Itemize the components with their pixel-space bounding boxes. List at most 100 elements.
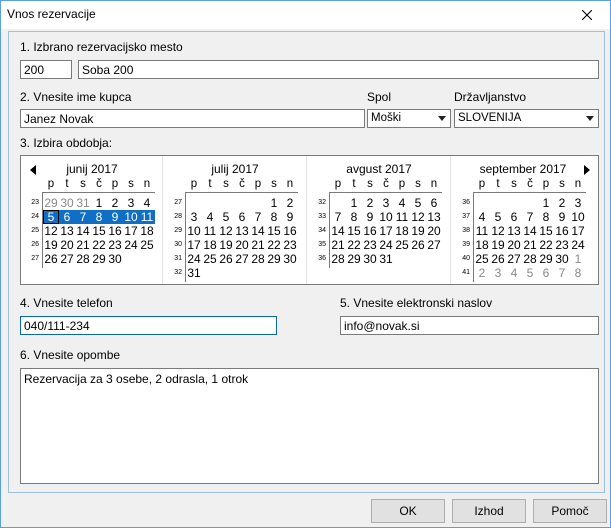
calendar-day[interactable]: 18 xyxy=(474,238,490,252)
calendar-day[interactable]: 31 xyxy=(186,266,202,280)
calendar-day[interactable]: 7 xyxy=(554,266,570,280)
calendar-day[interactable]: 16 xyxy=(282,224,298,238)
calendar-day[interactable]: 24 xyxy=(570,238,586,252)
calendar-day[interactable]: 23 xyxy=(107,238,123,252)
calendar-day[interactable]: 21 xyxy=(250,238,266,252)
calendar-day[interactable]: 29 xyxy=(346,252,362,266)
calendar-day[interactable]: 8 xyxy=(538,210,554,224)
calendar-day[interactable]: 14 xyxy=(75,224,91,238)
notes-field[interactable]: Rezervacija za 3 osebe, 2 odrasla, 1 otr… xyxy=(20,368,599,484)
calendar-day[interactable]: 5 xyxy=(490,210,506,224)
calendar-day[interactable]: 31 xyxy=(75,196,91,210)
citizenship-select[interactable]: SLOVENIJA xyxy=(454,109,599,128)
calendar-day[interactable]: 22 xyxy=(266,238,282,252)
calendar-day[interactable]: 18 xyxy=(394,224,410,238)
calendar-day[interactable]: 1 xyxy=(538,196,554,210)
calendar-day-selected[interactable]: 5 xyxy=(43,210,59,224)
calendar-day[interactable]: 7 xyxy=(250,210,266,224)
calendar-day[interactable]: 30 xyxy=(554,252,570,266)
calendar-day[interactable]: 19 xyxy=(218,238,234,252)
calendar-day[interactable]: 26 xyxy=(490,252,506,266)
calendar-day[interactable]: 14 xyxy=(330,224,346,238)
calendar-day[interactable]: 8 xyxy=(266,210,282,224)
close-button[interactable] xyxy=(564,1,610,29)
calendar-day[interactable]: 29 xyxy=(43,196,59,210)
calendar-day[interactable]: 18 xyxy=(139,224,155,238)
calendar-day[interactable]: 2 xyxy=(107,196,123,210)
calendar-day[interactable]: 13 xyxy=(506,224,522,238)
calendar-day[interactable]: 16 xyxy=(362,224,378,238)
calendar-day[interactable]: 28 xyxy=(75,252,91,266)
calendar-day[interactable]: 25 xyxy=(139,238,155,252)
ok-button[interactable]: OK xyxy=(371,499,445,523)
place-name-field[interactable]: Soba 200 xyxy=(78,60,599,79)
period-calendar[interactable]: junij 2017 p t s č p s n 23 29 30 31 1 2 3 4 24 5 6 7 8 9 10 11… xyxy=(20,155,599,285)
calendar-day[interactable]: 22 xyxy=(91,238,107,252)
calendar-day[interactable]: 1 xyxy=(91,196,107,210)
calendar-day[interactable]: 25 xyxy=(474,252,490,266)
calendar-day[interactable]: 30 xyxy=(282,252,298,266)
calendar-day[interactable]: 24 xyxy=(123,238,139,252)
calendar-day[interactable]: 13 xyxy=(59,224,75,238)
calendar-day[interactable]: 25 xyxy=(394,238,410,252)
calendar-day[interactable]: 9 xyxy=(282,210,298,224)
calendar-day[interactable]: 8 xyxy=(346,210,362,224)
customer-name-field[interactable]: Janez Novak xyxy=(20,109,365,128)
calendar-day[interactable]: 23 xyxy=(362,238,378,252)
calendar-day[interactable]: 3 xyxy=(186,210,202,224)
calendar-day-selected[interactable]: 8 xyxy=(91,210,107,224)
calendar-day[interactable]: 20 xyxy=(59,238,75,252)
calendar-day[interactable]: 27 xyxy=(59,252,75,266)
gender-select[interactable]: Moški xyxy=(367,109,451,128)
calendar-day-selected[interactable]: 7 xyxy=(75,210,91,224)
calendar-day[interactable]: 30 xyxy=(59,196,75,210)
calendar-day[interactable]: 11 xyxy=(202,224,218,238)
calendar-day[interactable]: 4 xyxy=(474,210,490,224)
calendar-day[interactable]: 29 xyxy=(266,252,282,266)
exit-button[interactable]: Izhod xyxy=(452,499,526,523)
calendar-day[interactable]: 4 xyxy=(139,196,155,210)
calendar-day[interactable]: 10 xyxy=(570,210,586,224)
calendar-day[interactable]: 17 xyxy=(378,224,394,238)
calendar-day[interactable]: 24 xyxy=(186,252,202,266)
calendar-day[interactable]: 31 xyxy=(378,252,394,266)
calendar-day[interactable]: 9 xyxy=(362,210,378,224)
calendar-day[interactable]: 15 xyxy=(91,224,107,238)
calendar-day[interactable]: 16 xyxy=(554,224,570,238)
calendar-day[interactable]: 27 xyxy=(234,252,250,266)
calendar-day[interactable]: 4 xyxy=(202,210,218,224)
place-code-field[interactable]: 200 xyxy=(20,60,72,79)
calendar-day[interactable]: 15 xyxy=(538,224,554,238)
calendar-day[interactable]: 8 xyxy=(570,266,586,280)
calendar-day[interactable]: 18 xyxy=(202,238,218,252)
calendar-day[interactable]: 2 xyxy=(554,196,570,210)
calendar-day[interactable]: 19 xyxy=(43,238,59,252)
calendar-day[interactable]: 28 xyxy=(250,252,266,266)
calendar-day[interactable]: 21 xyxy=(522,238,538,252)
calendar-day[interactable]: 1 xyxy=(570,252,586,266)
calendar-day[interactable]: 7 xyxy=(330,210,346,224)
calendar-day-selected[interactable]: 10 xyxy=(123,210,139,224)
calendar-day[interactable]: 24 xyxy=(378,238,394,252)
calendar-day[interactable]: 7 xyxy=(522,210,538,224)
calendar-day[interactable]: 2 xyxy=(362,196,378,210)
calendar-day[interactable]: 29 xyxy=(538,252,554,266)
calendar-day[interactable]: 17 xyxy=(570,224,586,238)
phone-field[interactable]: 040/111-234 xyxy=(20,316,277,335)
calendar-day[interactable]: 13 xyxy=(234,224,250,238)
calendar-day[interactable]: 26 xyxy=(218,252,234,266)
calendar-day[interactable]: 2 xyxy=(282,196,298,210)
calendar-day[interactable]: 17 xyxy=(186,238,202,252)
calendar-day[interactable]: 20 xyxy=(234,238,250,252)
calendar-day[interactable]: 13 xyxy=(426,210,442,224)
calendar-day[interactable]: 27 xyxy=(426,238,442,252)
calendar-day[interactable]: 21 xyxy=(330,238,346,252)
calendar-day[interactable]: 19 xyxy=(490,238,506,252)
calendar-day[interactable]: 3 xyxy=(123,196,139,210)
calendar-day[interactable]: 14 xyxy=(250,224,266,238)
calendar-day[interactable]: 5 xyxy=(522,266,538,280)
calendar-day[interactable]: 15 xyxy=(346,224,362,238)
calendar-day[interactable]: 30 xyxy=(107,252,123,266)
calendar-day[interactable]: 19 xyxy=(410,224,426,238)
calendar-day[interactable]: 3 xyxy=(378,196,394,210)
